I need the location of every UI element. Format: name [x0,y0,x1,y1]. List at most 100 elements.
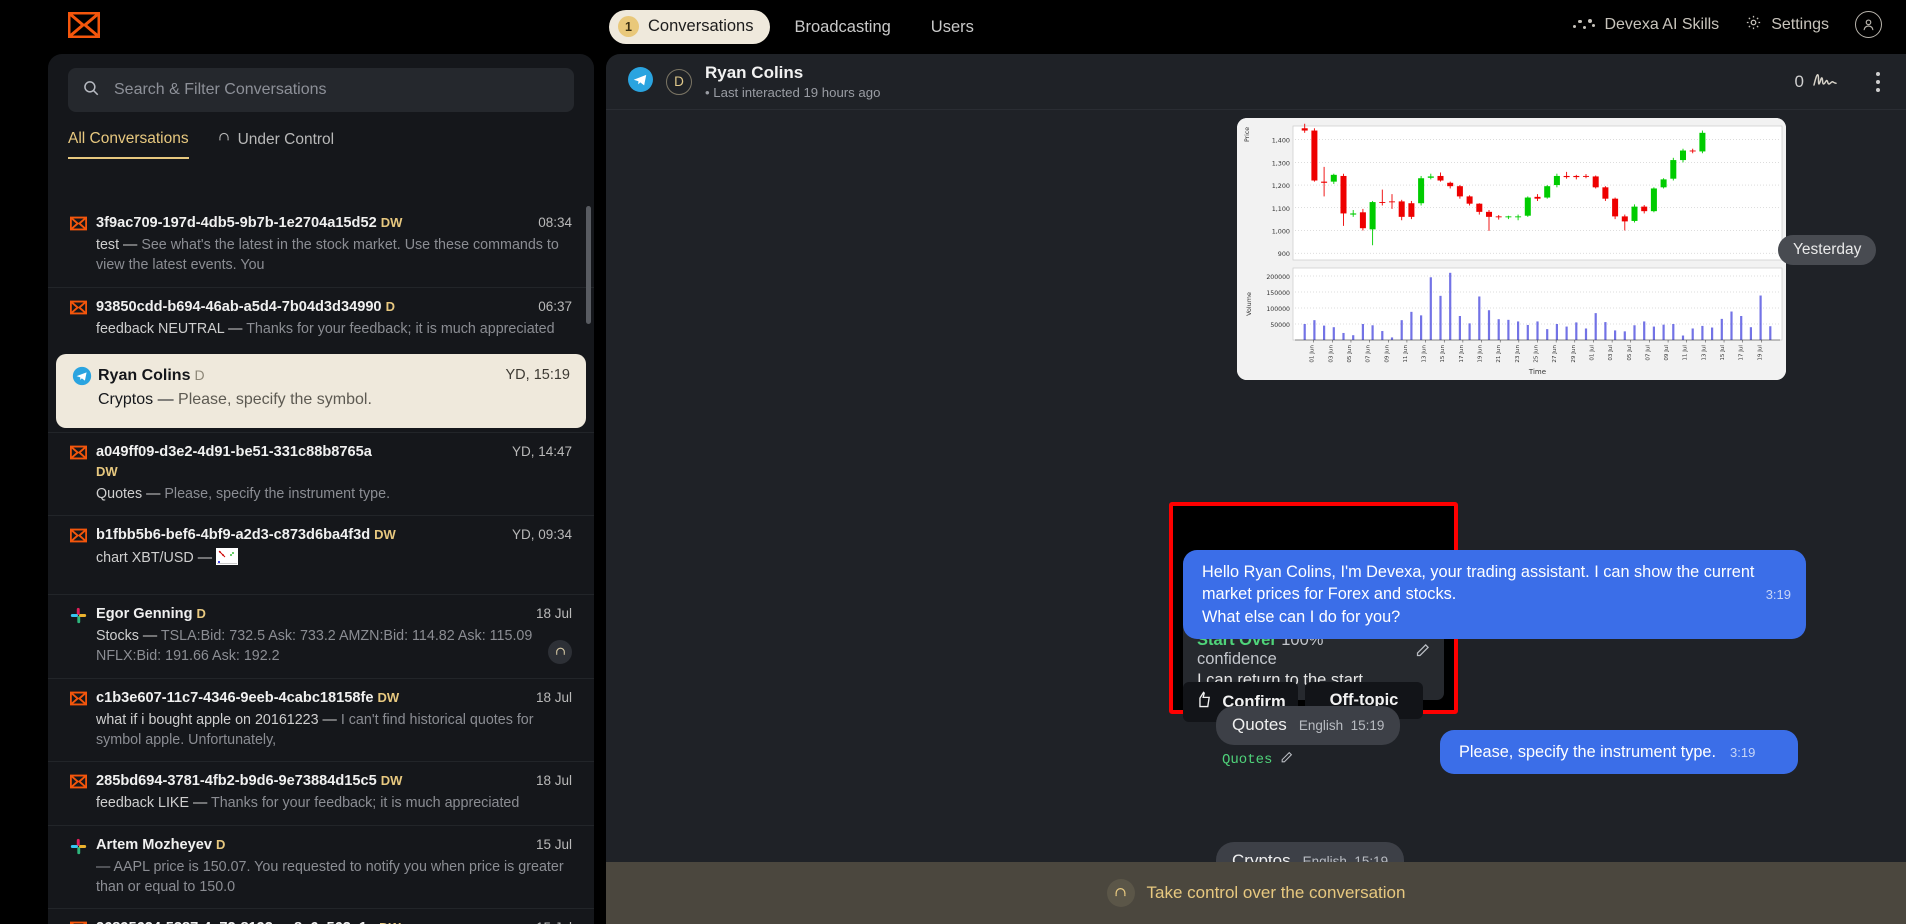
settings-button[interactable]: Settings [1745,14,1829,36]
list-item-preview-lead: Stocks — [96,628,157,644]
tab-all-conversations[interactable]: All Conversations [68,130,189,159]
svg-text:900: 900 [1278,250,1290,258]
price-volume-chart: 9001,0001,1001,2001,3001,400Price5000010… [1237,118,1786,380]
list-item-preview: Thanks for your feedback; it is much app… [211,795,519,811]
list-item-title: 26895624-5387-4a72-8193-ec8c6e563a1c [96,920,375,924]
list-item[interactable]: b1fbb5b6-bef6-4bf9-a2d3-c873d6ba4f3d DW Y… [48,515,594,593]
thumbs-up-icon [1195,691,1212,713]
email-icon [70,774,87,789]
status-badge: D [666,69,692,95]
take-control-button[interactable]: Take control over the conversation [606,862,1906,924]
list-item-tag: DW [378,690,400,705]
list-item[interactable]: c1b3e607-11c7-4346-9eeb-4cabc18158fe DW 1… [48,678,594,762]
list-item-title: b1fbb5b6-bef6-4bf9-a2d3-c873d6ba4f3d [96,527,370,543]
svg-text:17 Jun: 17 Jun [1459,345,1465,363]
outgoing-message-greeting: Hello Ryan Colins, I'm Devexa, your trad… [1183,550,1806,639]
list-item-tag: D [386,299,395,314]
list-item-time: 18 Jul [536,606,572,621]
list-item-time: 15 Jul [536,837,572,852]
svg-text:1,300: 1,300 [1272,159,1290,167]
list-item-tag: D [196,606,205,621]
list-item-preview-lead: chart XBT/USD — [96,550,212,566]
svg-text:19 Jun: 19 Jun [1478,345,1484,363]
message-list[interactable]: 9001,0001,1001,2001,3001,400Price5000010… [606,110,1906,862]
kebab-menu-icon[interactable] [1872,68,1884,96]
pencil-icon[interactable] [1280,751,1293,769]
svg-text:09 Jul: 09 Jul [1664,345,1670,361]
telegram-icon [628,67,653,97]
svg-text:29 Jun: 29 Jun [1571,345,1577,363]
list-item[interactable]: a049ff09-d3e2-4d91-be51-331c88b8765aDW Y… [48,432,594,516]
nav-tab-broadcasting[interactable]: Broadcasting [778,12,906,43]
list-item[interactable]: 93850cdd-b694-46ab-a5d4-7b04d3d34990D 06… [48,287,594,350]
user-avatar-icon[interactable] [1855,11,1882,38]
list-item-preview-lead: — [96,859,110,875]
svg-text:15 Jul: 15 Jul [1720,345,1726,361]
list-item[interactable]: 285bd694-3781-4fb2-b9d6-9e73884d15c5DW 1… [48,761,594,824]
list-item-time: 18 Jul [536,690,572,705]
devexa-ai-skills-label: Devexa AI Skills [1604,16,1719,34]
incoming-message-quotes: Quotes English 15:19 [1216,706,1400,745]
chart-thumbnail[interactable] [216,548,238,565]
headset-icon [217,130,231,150]
settings-label: Settings [1771,16,1829,34]
svg-text:1,200: 1,200 [1272,182,1290,190]
sidebar-scrollbar[interactable] [586,206,591,324]
svg-text:Time: Time [1528,368,1546,376]
email-icon [70,691,87,706]
svg-text:01 Jul: 01 Jul [1589,345,1595,361]
list-item-tag: DW [381,773,403,788]
list-item-title: a049ff09-d3e2-4d91-be51-331c88b8765a [96,444,372,460]
list-item-time: 06:37 [538,299,572,314]
pencil-icon[interactable] [1415,643,1430,663]
svg-text:1,100: 1,100 [1272,205,1290,213]
list-item-preview: See what's the latest in the stock marke… [96,237,559,273]
list-item-preview: Please, specify the symbol. [178,391,372,408]
list-item[interactable]: Artem MozheyevD 15 Jul — AAPL price is 1… [48,825,594,909]
svg-text:01 Jun: 01 Jun [1310,345,1316,363]
list-item[interactable]: Egor GenningD 18 Jul Stocks — TSLA:Bid: … [48,594,594,678]
incoming-message-time: 15:19 [1351,718,1385,733]
nav-tab-users[interactable]: Users [915,12,990,43]
outgoing-message-text: Hello Ryan Colins, I'm Devexa, your trad… [1202,563,1754,626]
svg-text:11 Jun: 11 Jun [1403,345,1409,363]
list-item-title: c1b3e607-11c7-4346-9eeb-4cabc18158fe [96,690,374,706]
list-item-tag: DW [374,527,396,542]
telegram-icon [72,366,89,381]
svg-text:Price: Price [1244,127,1251,142]
outgoing-message-instrument: Please, specify the instrument type. 3:1… [1440,730,1798,774]
list-item-preview-lead: test — [96,237,137,253]
list-item-time: 08:34 [538,215,572,230]
svg-text:13 Jul: 13 Jul [1701,345,1707,361]
search-bar[interactable] [68,68,574,112]
svg-text:05 Jun: 05 Jun [1347,345,1353,363]
nlp-intent-label: Quotes [1222,752,1272,768]
list-item-selected[interactable]: Ryan ColinsD YD, 15:19 Cryptos — Please,… [56,354,586,428]
take-control-label: Take control over the conversation [1147,883,1406,903]
nlp-intent-quotes[interactable]: Quotes [1222,751,1293,769]
sparkle-dots-icon [1573,18,1595,32]
tab-under-control[interactable]: Under Control [217,130,335,159]
list-item[interactable]: 3f9ac709-197d-4db5-9b7b-1e2704a15d52DW 0… [48,204,594,287]
list-item[interactable]: 26895624-5387-4a72-8193-ec8c6e563a1cDW 1… [48,908,594,924]
list-item-title: Artem Mozheyev [96,837,212,853]
devexa-ai-skills-button[interactable]: Devexa AI Skills [1573,16,1719,34]
candlestick-chart-attachment[interactable]: 9001,0001,1001,2001,3001,400Price5000010… [1237,118,1786,380]
list-item-time: YD, 09:34 [512,527,572,542]
devexa-logo-icon[interactable] [68,12,100,38]
slack-icon [70,838,87,853]
svg-text:21 Jun: 21 Jun [1496,345,1502,363]
date-divider-chip: Yesterday [1778,235,1876,265]
email-icon [70,216,87,231]
nav-tab-conversations[interactable]: 1 Conversations [609,10,770,44]
search-input[interactable] [114,81,560,99]
conversation-list[interactable]: 3f9ac709-197d-4db5-9b7b-1e2704a15d52DW 0… [48,204,594,924]
list-item-preview-lead: Quotes — [96,486,160,502]
tab-under-control-label: Under Control [238,131,335,149]
list-item-preview: Thanks for your feedback; it is much app… [246,321,554,337]
list-item-time: 18 Jul [536,773,572,788]
svg-text:150000: 150000 [1266,290,1290,297]
svg-text:1,400: 1,400 [1272,137,1290,145]
list-item-preview: Please, specify the instrument type. [164,486,390,502]
signature-icon[interactable] [1812,69,1844,94]
